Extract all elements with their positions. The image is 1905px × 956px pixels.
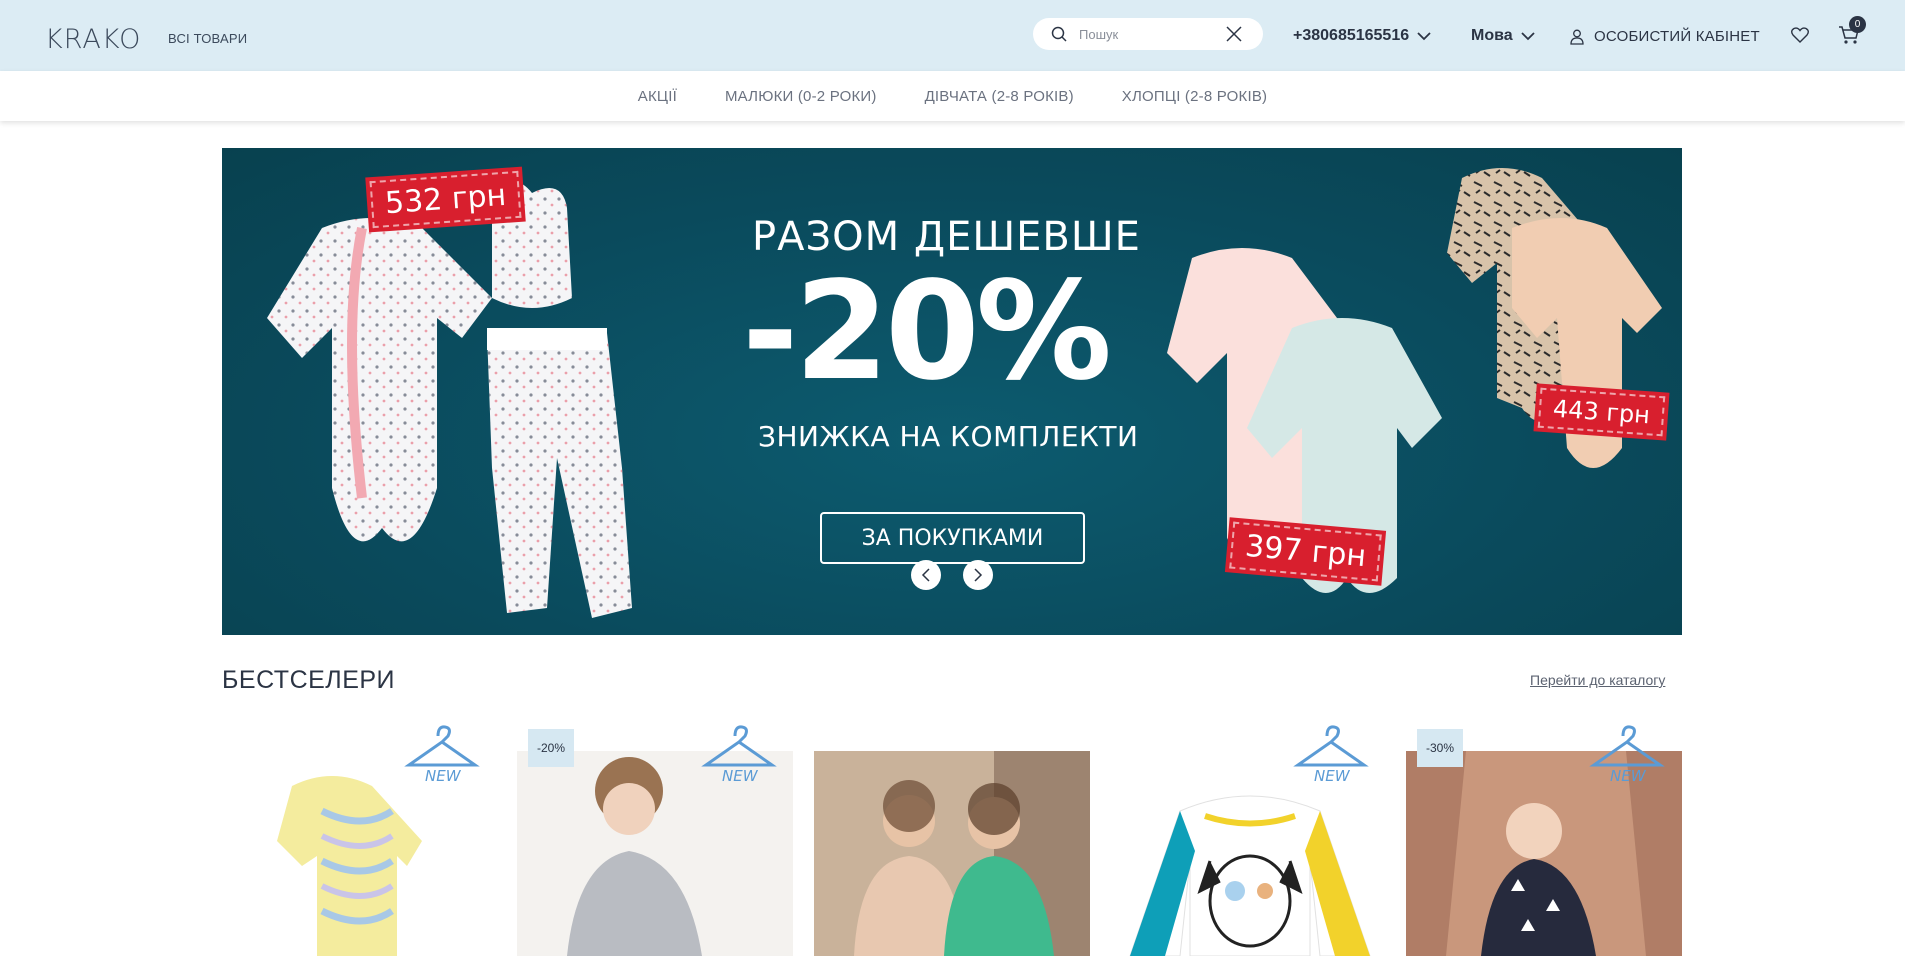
search-icon[interactable] [1051, 26, 1067, 42]
price-tag: 443 грн [1533, 383, 1670, 441]
chevron-right-icon [974, 568, 983, 582]
chevron-left-icon [921, 568, 930, 582]
category-nav: АКЦІЇ МАЛЮКИ (0-2 РОКИ) ДІВЧАТА (2-8 РОК… [0, 71, 1905, 121]
logo[interactable]: KRAKO [45, 24, 141, 55]
shop-now-button[interactable]: ЗА ПОКУПКАМИ [820, 512, 1085, 564]
discount-badge: -30% [1417, 729, 1463, 767]
user-icon [1570, 29, 1584, 45]
heart-icon[interactable] [1791, 27, 1809, 43]
new-hanger-icon: NEW [404, 725, 480, 784]
new-label: NEW [1314, 767, 1351, 784]
language-dropdown[interactable]: Мова [1471, 27, 1535, 45]
cart-count-badge: 0 [1849, 16, 1866, 33]
all-goods-link[interactable]: ВСІ ТОВАРИ [168, 31, 247, 46]
nav-item-sales[interactable]: АКЦІЇ [638, 88, 677, 105]
hero-banner[interactable]: 532 грн 443 грн 397 грн РАЗОМ ДЕШЕВШЕ -2… [222, 148, 1682, 635]
top-header: KRAKO ВСІ ТОВАРИ +380685165516 Мова ОСОБ… [0, 0, 1905, 71]
new-label: NEW [722, 767, 759, 784]
product-image [814, 751, 1090, 956]
hero-subtitle: ЗНИЖКА НА КОМПЛЕКТИ [758, 420, 1139, 453]
new-hanger-icon: NEW [701, 725, 777, 784]
slider-prev-button[interactable] [911, 560, 941, 590]
phone-dropdown[interactable]: +380685165516 [1293, 27, 1431, 45]
language-label: Мова [1471, 27, 1513, 44]
hero-discount: -20% [742, 253, 1112, 411]
account-label: ОСОБИСТИЙ КАБІНЕТ [1594, 28, 1760, 45]
new-hanger-icon: NEW [1293, 725, 1369, 784]
new-label: NEW [1610, 767, 1647, 784]
nav-item-babies[interactable]: МАЛЮКИ (0-2 РОКИ) [725, 88, 877, 105]
search-box [1033, 18, 1263, 50]
search-input[interactable] [1079, 24, 1229, 44]
baby-set-image [267, 181, 632, 618]
chevron-down-icon [1520, 31, 1535, 40]
phone-number: +380685165516 [1293, 27, 1410, 44]
chevron-down-icon [1417, 31, 1431, 40]
discount-badge: -20% [528, 729, 574, 767]
slider-next-button[interactable] [963, 560, 993, 590]
product-card[interactable] [814, 751, 1090, 956]
account-link[interactable]: ОСОБИСТИЙ КАБІНЕТ [1570, 28, 1760, 45]
nav-item-girls[interactable]: ДІВЧАТА (2-8 РОКІВ) [925, 88, 1074, 105]
nav-item-boys[interactable]: ХЛОПЦІ (2-8 РОКІВ) [1122, 88, 1267, 105]
price-tag: 532 грн [365, 166, 526, 233]
catalog-link[interactable]: Перейти до каталогу [1530, 672, 1665, 688]
new-label: NEW [425, 767, 462, 784]
new-hanger-icon: NEW [1589, 725, 1665, 784]
close-icon[interactable] [1224, 24, 1244, 44]
bestsellers-title: БЕСТСЕЛЕРИ [222, 666, 396, 694]
